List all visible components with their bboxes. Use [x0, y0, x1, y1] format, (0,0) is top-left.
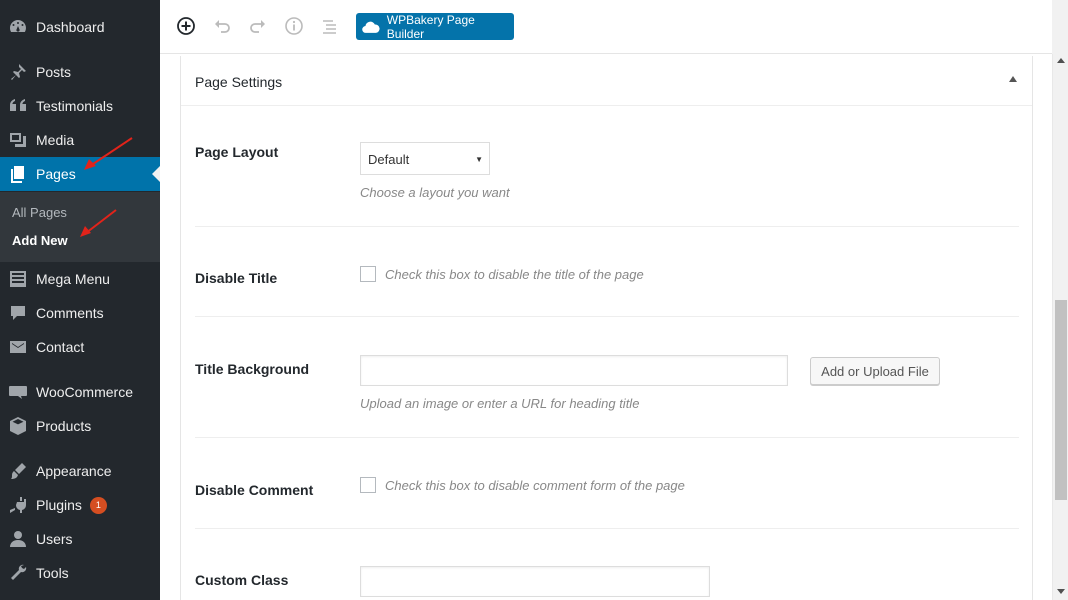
sidebar-item-label: Tools: [36, 565, 69, 581]
sidebar-item-plugins[interactable]: Plugins 1: [0, 488, 160, 522]
divider: [195, 316, 1019, 317]
sidebar-item-label: Appearance: [36, 463, 112, 479]
divider: [195, 528, 1019, 529]
add-or-upload-file-button[interactable]: Add or Upload File: [810, 357, 940, 385]
sidebar-item-products[interactable]: Products: [0, 409, 160, 443]
scrollbar-thumb[interactable]: [1055, 300, 1067, 500]
sidebar-item-label: Dashboard: [36, 19, 105, 35]
disable-comment-checkbox[interactable]: [360, 477, 376, 493]
sidebar-item-appearance[interactable]: Appearance: [0, 454, 160, 488]
sidebar-item-label: Testimonials: [36, 98, 114, 114]
scroll-up-icon[interactable]: [1057, 58, 1065, 63]
title-background-input[interactable]: [360, 355, 788, 386]
page-layout-description: Choose a layout you want: [360, 185, 510, 200]
sidebar-item-label: Plugins: [36, 497, 82, 513]
sidebar-item-comments[interactable]: Comments: [0, 296, 160, 330]
page-settings-box: Page Settings Page Layout Default ▼ Choo…: [180, 56, 1033, 600]
divider: [195, 437, 1019, 438]
custom-class-label: Custom Class: [195, 572, 289, 588]
disable-comment-label: Disable Comment: [195, 482, 314, 498]
sidebar-item-users[interactable]: Users: [0, 522, 160, 556]
sidebar-item-posts[interactable]: Posts: [0, 55, 160, 89]
page-layout-value: Default: [368, 152, 410, 167]
sidebar-item-dashboard[interactable]: Dashboard: [0, 10, 160, 44]
page-settings-title: Page Settings: [195, 74, 283, 90]
brush-icon: [0, 454, 36, 488]
sidebar-item-label: Pages: [36, 166, 76, 182]
list-icon: [0, 262, 36, 296]
info-icon[interactable]: [283, 15, 305, 37]
page-settings-header[interactable]: Page Settings: [181, 56, 1032, 106]
sidebar-item-pages[interactable]: Pages: [0, 157, 160, 191]
sidebar-item-woocommerce[interactable]: WooCommerce: [0, 375, 160, 409]
sidebar-item-label: Contact: [36, 339, 85, 355]
main-content: Page Settings Page Layout Default ▼ Choo…: [160, 54, 1052, 600]
cloud-icon: [362, 21, 380, 33]
title-background-description: Upload an image or enter a URL for headi…: [360, 396, 640, 411]
plugin-update-badge: 1: [89, 496, 107, 514]
disable-title-label: Disable Title: [195, 270, 278, 286]
wpbakery-builder-button[interactable]: WPBakery Page Builder: [356, 12, 514, 41]
sidebar-item-contact[interactable]: Contact: [0, 330, 160, 364]
title-background-label: Title Background: [195, 361, 310, 377]
mail-icon: [0, 330, 36, 364]
disable-title-description: Check this box to disable the title of t…: [385, 267, 644, 282]
sidebar-item-label: Media: [36, 132, 75, 148]
pages-icon: [0, 157, 36, 191]
pages-submenu: All Pages Add New: [0, 192, 160, 262]
disable-comment-description: Check this box to disable comment form o…: [385, 478, 685, 493]
divider: [195, 226, 1019, 227]
disable-title-checkbox[interactable]: [360, 266, 376, 282]
custom-class-input[interactable]: [360, 566, 710, 597]
page-layout-select[interactable]: Default ▼: [360, 142, 490, 175]
plugin-icon: [0, 488, 36, 522]
vertical-scrollbar[interactable]: [1052, 54, 1068, 600]
quote-icon: [0, 89, 36, 123]
add-element-icon[interactable]: [175, 15, 197, 37]
builder-button-label: WPBakery Page Builder: [386, 12, 475, 41]
page-builder-toolbar: WPBakery Page Builder: [160, 0, 1052, 54]
media-icon: [0, 123, 36, 157]
collapse-toggle-icon[interactable]: [1008, 74, 1018, 84]
sidebar-item-label: Products: [36, 418, 92, 434]
submenu-item-add-new[interactable]: Add New: [12, 233, 68, 248]
woocommerce-icon: [0, 375, 36, 409]
box-icon: [0, 409, 36, 443]
sidebar-item-tools[interactable]: Tools: [0, 556, 160, 590]
current-menu-arrow: [152, 166, 160, 182]
sidebar-item-label: Users: [36, 531, 73, 547]
submenu-item-all-pages[interactable]: All Pages: [12, 205, 67, 220]
user-icon: [0, 522, 36, 556]
sidebar-item-label: Comments: [36, 305, 104, 321]
sidebar-item-testimonials[interactable]: Testimonials: [0, 89, 160, 123]
pin-icon: [0, 55, 36, 89]
redo-icon[interactable]: [247, 15, 269, 37]
sidebar-item-label: Mega Menu: [36, 271, 110, 287]
chevron-down-icon: ▼: [475, 155, 483, 164]
admin-sidebar: Dashboard Posts Testimonials Media Pages…: [0, 0, 160, 600]
sidebar-item-mega-menu[interactable]: Mega Menu: [0, 262, 160, 296]
scroll-down-icon[interactable]: [1057, 589, 1065, 594]
sidebar-item-label: Posts: [36, 64, 72, 80]
page-layout-label: Page Layout: [195, 144, 279, 160]
sidebar-item-label: WooCommerce: [36, 384, 133, 400]
sidebar-item-media[interactable]: Media: [0, 123, 160, 157]
comment-icon: [0, 296, 36, 330]
outline-icon[interactable]: [319, 15, 341, 37]
wrench-icon: [0, 556, 36, 590]
undo-icon[interactable]: [211, 15, 233, 37]
dashboard-icon: [0, 10, 36, 44]
